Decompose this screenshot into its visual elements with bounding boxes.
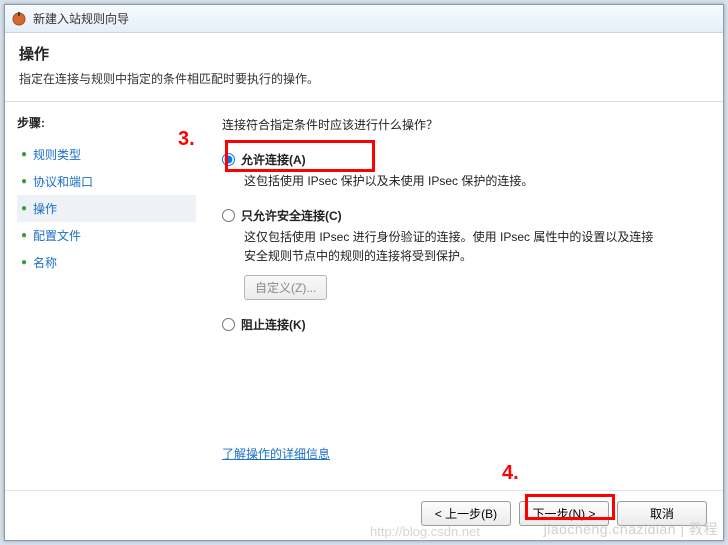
button-row: < 上一步(B) 下一步(N) > 取消: [5, 490, 723, 540]
app-icon: [11, 11, 27, 27]
option-secure-row[interactable]: 只允许安全连接(C): [222, 207, 703, 224]
option-allow-desc: 这包括使用 IPsec 保护以及未使用 IPsec 保护的连接。: [244, 172, 664, 191]
radio-allow[interactable]: [222, 153, 235, 166]
steps-label: 步骤:: [17, 114, 196, 131]
window-title: 新建入站规则向导: [33, 10, 129, 27]
sidebar-item-label: 协议和端口: [33, 173, 93, 190]
option-secure-desc: 这仅包括使用 IPsec 进行身份验证的连接。使用 IPsec 属性中的设置以及…: [244, 228, 664, 266]
sidebar-item-rule-type[interactable]: ● 规则类型: [17, 141, 196, 168]
page-title: 操作: [19, 43, 709, 64]
sidebar-item-label: 配置文件: [33, 227, 81, 244]
sidebar-item-action[interactable]: ● 操作: [17, 195, 196, 222]
sidebar-item-label: 操作: [33, 200, 57, 217]
wizard-body: 步骤: ● 规则类型 ● 协议和端口 ● 操作 ● 配置文件: [5, 102, 723, 490]
option-secure: 只允许安全连接(C) 这仅包括使用 IPsec 进行身份验证的连接。使用 IPs…: [222, 207, 703, 299]
sidebar-item-label: 名称: [33, 254, 57, 271]
option-block: 阻止连接(K): [222, 316, 703, 333]
question-text: 连接符合指定条件时应该进行什么操作？: [222, 116, 703, 133]
sidebar: 步骤: ● 规则类型 ● 协议和端口 ● 操作 ● 配置文件: [5, 102, 200, 490]
main-panel: 连接符合指定条件时应该进行什么操作？ 允许连接(A) 这包括使用 IPsec 保…: [200, 102, 723, 490]
next-button[interactable]: 下一步(N) >: [519, 501, 609, 526]
sidebar-item-label: 规则类型: [33, 146, 81, 163]
bullet-icon: ●: [21, 257, 27, 268]
sidebar-item-name[interactable]: ● 名称: [17, 249, 196, 276]
sidebar-item-profile[interactable]: ● 配置文件: [17, 222, 196, 249]
bullet-icon: ●: [21, 176, 27, 187]
content: 操作 指定在连接与规则中指定的条件相匹配时要执行的操作。 步骤: ● 规则类型 …: [5, 33, 723, 540]
link-row: 了解操作的详细信息: [222, 445, 703, 462]
bullet-icon: ●: [21, 230, 27, 241]
option-allow: 允许连接(A) 这包括使用 IPsec 保护以及未使用 IPsec 保护的连接。: [222, 151, 703, 191]
option-allow-row[interactable]: 允许连接(A): [222, 151, 703, 168]
option-block-row[interactable]: 阻止连接(K): [222, 316, 703, 333]
wizard-window: 新建入站规则向导 操作 指定在连接与规则中指定的条件相匹配时要执行的操作。 步骤…: [4, 4, 724, 541]
sidebar-item-protocol-port[interactable]: ● 协议和端口: [17, 168, 196, 195]
bullet-icon: ●: [21, 149, 27, 160]
customize-button: 自定义(Z)...: [244, 275, 327, 300]
radio-secure[interactable]: [222, 209, 235, 222]
radio-block[interactable]: [222, 318, 235, 331]
page-desc: 指定在连接与规则中指定的条件相匹配时要执行的操作。: [19, 70, 709, 87]
bullet-icon: ●: [21, 203, 27, 214]
wizard-header: 操作 指定在连接与规则中指定的条件相匹配时要执行的操作。: [5, 33, 723, 102]
back-button[interactable]: < 上一步(B): [421, 501, 511, 526]
titlebar[interactable]: 新建入站规则向导: [5, 5, 723, 33]
option-secure-label: 只允许安全连接(C): [241, 207, 342, 224]
option-block-label: 阻止连接(K): [241, 316, 306, 333]
learn-more-link[interactable]: 了解操作的详细信息: [222, 447, 330, 461]
option-allow-label: 允许连接(A): [241, 151, 306, 168]
cancel-button[interactable]: 取消: [617, 501, 707, 526]
